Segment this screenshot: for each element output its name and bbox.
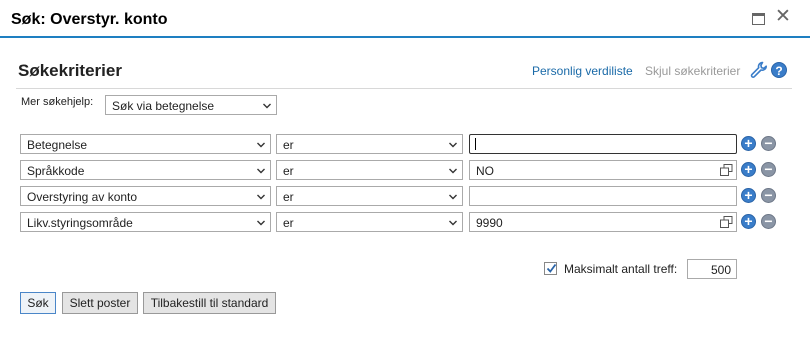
chevron-down-icon (257, 220, 265, 226)
remove-row-button[interactable]: − (761, 188, 776, 203)
add-row-button[interactable]: + (741, 214, 756, 229)
remove-row-button[interactable]: − (761, 136, 776, 151)
value-help-icon[interactable] (720, 216, 733, 228)
divider (16, 88, 792, 89)
section-title: Søkekriterier (18, 61, 122, 80)
criteria-value-input[interactable]: NO (469, 160, 737, 180)
delete-entries-button[interactable]: Slett poster (62, 292, 138, 314)
chevron-down-icon (257, 142, 265, 148)
reset-default-button[interactable]: Tilbakestill til standard (143, 292, 276, 314)
max-hits-checkbox[interactable] (544, 262, 557, 275)
criteria-operator-select[interactable]: er (276, 212, 463, 232)
add-row-button[interactable]: + (741, 162, 756, 177)
criteria-operator-select[interactable]: er (276, 160, 463, 180)
criteria-field-select[interactable]: Betegnelse (20, 134, 271, 154)
add-row-button[interactable]: + (741, 188, 756, 203)
chevron-down-icon (449, 168, 457, 174)
personal-value-list-link[interactable]: Personlig verdiliste (532, 64, 633, 78)
search-help-value: Søk via betegnelse (112, 99, 215, 113)
criteria-value-input[interactable] (469, 134, 737, 154)
search-help-label: Mer søkehjelp: (21, 96, 94, 108)
criteria-value-input[interactable] (469, 186, 737, 206)
criteria-field-value: Overstyring av konto (27, 190, 138, 204)
checkmark-icon (546, 263, 557, 273)
help-icon[interactable]: ? (771, 62, 787, 78)
max-hits-input[interactable]: 500 (687, 259, 737, 279)
criteria-value-input[interactable]: 9990 (469, 212, 737, 232)
chevron-down-icon (449, 142, 457, 148)
criteria-value-text: 9990 (476, 216, 503, 230)
dialog-title: Søk: Overstyr. konto (11, 11, 168, 28)
chevron-down-icon (257, 168, 265, 174)
dialog-titlebar: Søk: Overstyr. konto ✕ (0, 0, 810, 38)
search-help-select[interactable]: Søk via betegnelse (105, 95, 277, 115)
criteria-value-text: NO (476, 164, 494, 178)
criteria-operator-value: er (283, 164, 294, 178)
criteria-field-value: Likv.styringsområde (27, 216, 133, 230)
close-icon[interactable]: ✕ (775, 7, 791, 26)
search-button[interactable]: Søk (20, 292, 56, 314)
add-row-button[interactable]: + (741, 136, 756, 151)
criteria-field-select[interactable]: Likv.styringsområde (20, 212, 271, 232)
criteria-field-select[interactable]: Overstyring av konto (20, 186, 271, 206)
remove-row-button[interactable]: − (761, 162, 776, 177)
criteria-operator-value: er (283, 216, 294, 230)
hide-criteria-link[interactable]: Skjul søkekriterier (645, 64, 740, 78)
chevron-down-icon (257, 194, 265, 200)
maximize-icon[interactable] (752, 13, 765, 25)
max-hits-value: 500 (710, 263, 731, 277)
criteria-field-value: Betegnelse (27, 138, 88, 152)
max-hits-label: Maksimalt antall treff: (564, 262, 678, 276)
criteria-operator-value: er (283, 190, 294, 204)
chevron-down-icon (449, 194, 457, 200)
text-caret (475, 138, 476, 150)
wrench-icon[interactable] (750, 61, 768, 79)
chevron-down-icon (263, 103, 271, 109)
criteria-field-value: Språkkode (27, 164, 85, 178)
criteria-operator-value: er (283, 138, 294, 152)
criteria-field-select[interactable]: Språkkode (20, 160, 271, 180)
remove-row-button[interactable]: − (761, 214, 776, 229)
criteria-operator-select[interactable]: er (276, 134, 463, 154)
value-help-icon[interactable] (720, 164, 733, 176)
criteria-operator-select[interactable]: er (276, 186, 463, 206)
chevron-down-icon (449, 220, 457, 226)
